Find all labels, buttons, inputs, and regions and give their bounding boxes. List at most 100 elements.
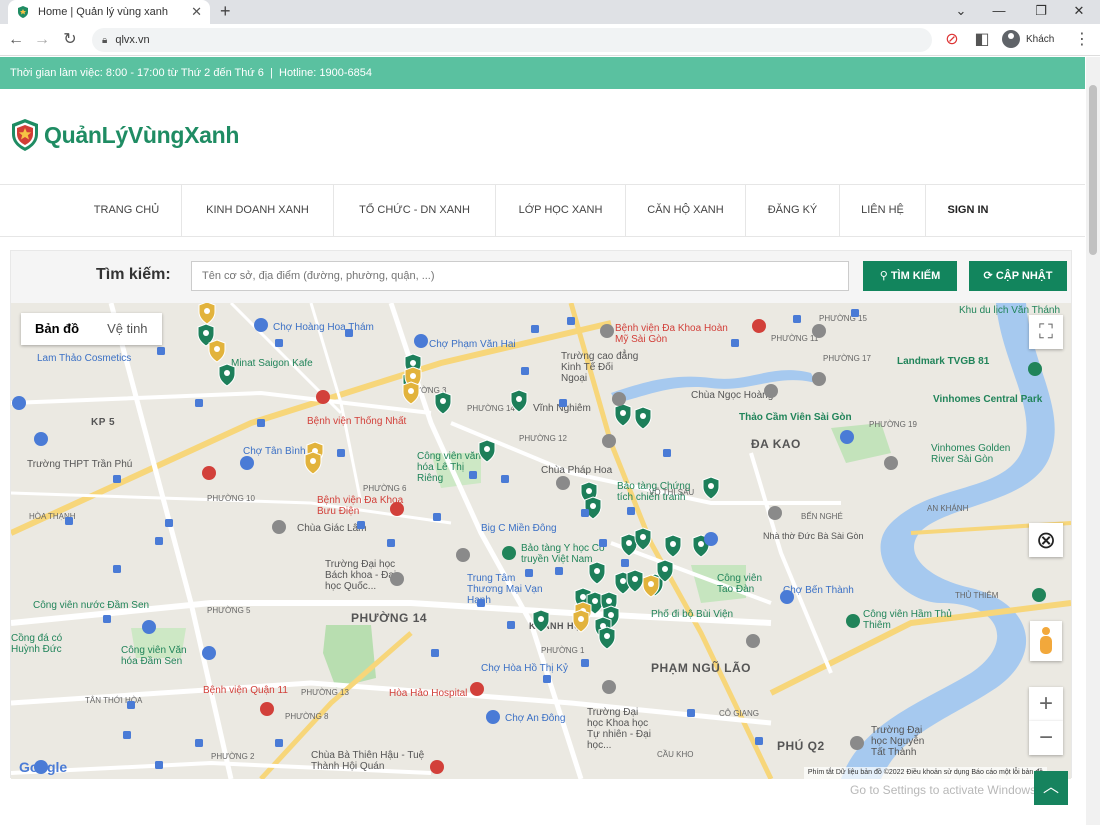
bus-stop-icon[interactable] xyxy=(165,519,173,527)
poi-marker-icon[interactable] xyxy=(486,710,500,724)
poi-marker-icon[interactable] xyxy=(768,506,782,520)
close-tab-icon[interactable]: ✕ xyxy=(191,4,202,20)
poi-marker-icon[interactable] xyxy=(704,532,718,546)
green-shield-marker-icon[interactable] xyxy=(510,389,528,413)
poi-marker-icon[interactable] xyxy=(840,430,854,444)
tab-search-icon[interactable]: ⌄ xyxy=(946,0,976,24)
nav-item-home[interactable]: TRANG CHỦ xyxy=(72,185,182,236)
poi-marker-icon[interactable] xyxy=(556,476,570,490)
update-button[interactable]: ⟳ CẬP NHẬT xyxy=(969,261,1067,291)
poi-marker-icon[interactable] xyxy=(602,680,616,694)
reload-icon[interactable]: ↻ xyxy=(60,30,80,50)
poi-marker-icon[interactable] xyxy=(612,392,626,406)
yellow-shield-marker-icon[interactable] xyxy=(402,381,420,405)
bus-stop-icon[interactable] xyxy=(555,567,563,575)
map-attribution[interactable]: Phím tắt Dữ liệu bản đồ ©2022 Điều khoản… xyxy=(803,767,1047,779)
bus-stop-icon[interactable] xyxy=(531,325,539,333)
green-shield-marker-icon[interactable] xyxy=(664,534,682,558)
yellow-shield-marker-icon[interactable] xyxy=(208,339,226,363)
minimize-icon[interactable]: — xyxy=(984,0,1014,24)
yellow-shield-marker-icon[interactable] xyxy=(304,451,322,475)
page-scrollbar[interactable] xyxy=(1086,57,1100,825)
green-shield-marker-icon[interactable] xyxy=(588,561,606,585)
nav-item-green-organization[interactable]: TỔ CHỨC - DN XANH xyxy=(334,185,496,236)
bus-stop-icon[interactable] xyxy=(431,649,439,657)
bus-stop-icon[interactable] xyxy=(123,731,131,739)
camera-blocked-icon[interactable]: ⊘ xyxy=(942,30,962,50)
search-button[interactable]: ⚲ TÌM KIẾM xyxy=(863,261,957,291)
poi-marker-icon[interactable] xyxy=(430,760,444,774)
bus-stop-icon[interactable] xyxy=(65,517,73,525)
poi-marker-icon[interactable] xyxy=(390,502,404,516)
bus-stop-icon[interactable] xyxy=(851,309,859,317)
close-window-icon[interactable]: ✕ xyxy=(1064,0,1094,24)
profile-button[interactable]: Khách xyxy=(1002,30,1054,48)
back-to-top-button[interactable]: ︿ xyxy=(1034,771,1068,805)
url-field[interactable]: 🔒︎ qlvx.vn xyxy=(92,28,932,52)
bus-stop-icon[interactable] xyxy=(599,539,607,547)
poi-marker-icon[interactable] xyxy=(502,546,516,560)
poi-marker-icon[interactable] xyxy=(1028,362,1042,376)
bus-stop-icon[interactable] xyxy=(567,317,575,325)
poi-marker-icon[interactable] xyxy=(812,324,826,338)
new-tab-icon[interactable]: + xyxy=(220,0,231,24)
bus-stop-icon[interactable] xyxy=(357,521,365,529)
bus-stop-icon[interactable] xyxy=(157,347,165,355)
poi-marker-icon[interactable] xyxy=(602,434,616,448)
nav-item-register[interactable]: ĐĂNG KÝ xyxy=(746,185,840,236)
bus-stop-icon[interactable] xyxy=(195,399,203,407)
green-shield-marker-icon[interactable] xyxy=(218,363,236,387)
my-location-icon[interactable]: ⊗ xyxy=(1029,523,1063,557)
bus-stop-icon[interactable] xyxy=(113,565,121,573)
poi-marker-icon[interactable] xyxy=(456,548,470,562)
bus-stop-icon[interactable] xyxy=(477,599,485,607)
bus-stop-icon[interactable] xyxy=(581,659,589,667)
poi-marker-icon[interactable] xyxy=(780,590,794,604)
bus-stop-icon[interactable] xyxy=(501,475,509,483)
menu-icon[interactable]: ⋮ xyxy=(1072,30,1092,50)
map-type-map-button[interactable]: Bản đồ xyxy=(21,313,93,345)
bus-stop-icon[interactable] xyxy=(275,739,283,747)
green-shield-marker-icon[interactable] xyxy=(634,406,652,430)
bus-stop-icon[interactable] xyxy=(257,419,265,427)
bus-stop-icon[interactable] xyxy=(387,539,395,547)
scrollbar-thumb[interactable] xyxy=(1089,85,1097,255)
bus-stop-icon[interactable] xyxy=(433,513,441,521)
zoom-out-icon[interactable]: − xyxy=(1029,721,1063,755)
poi-marker-icon[interactable] xyxy=(316,390,330,404)
browser-tab[interactable]: Home | Quản lý vùng xanh ✕ xyxy=(8,0,210,24)
forward-icon[interactable]: → xyxy=(32,30,52,50)
green-shield-marker-icon[interactable] xyxy=(598,626,616,650)
maximize-icon[interactable]: ❐ xyxy=(1026,0,1056,24)
bus-stop-icon[interactable] xyxy=(543,675,551,683)
bus-stop-icon[interactable] xyxy=(521,367,529,375)
nav-item-green-business[interactable]: KINH DOANH XANH xyxy=(182,185,334,236)
nav-item-contact[interactable]: LIÊN HỆ xyxy=(840,185,926,236)
bus-stop-icon[interactable] xyxy=(525,569,533,577)
bus-stop-icon[interactable] xyxy=(731,339,739,347)
poi-marker-icon[interactable] xyxy=(764,384,778,398)
bus-stop-icon[interactable] xyxy=(469,471,477,479)
fullscreen-icon[interactable]: ⛶ xyxy=(1029,315,1063,349)
bus-stop-icon[interactable] xyxy=(559,399,567,407)
poi-marker-icon[interactable] xyxy=(12,396,26,410)
poi-marker-icon[interactable] xyxy=(1032,588,1046,602)
poi-marker-icon[interactable] xyxy=(812,372,826,386)
green-shield-marker-icon[interactable] xyxy=(532,609,550,633)
bus-stop-icon[interactable] xyxy=(195,739,203,747)
back-icon[interactable]: ← xyxy=(6,30,26,50)
site-logo[interactable]: QuảnLýVùngXanh xyxy=(10,118,239,152)
bus-stop-icon[interactable] xyxy=(345,329,353,337)
green-shield-marker-icon[interactable] xyxy=(634,527,652,551)
poi-marker-icon[interactable] xyxy=(240,456,254,470)
green-shield-marker-icon[interactable] xyxy=(702,476,720,500)
poi-marker-icon[interactable] xyxy=(34,432,48,446)
nav-item-sign-in[interactable]: SIGN IN xyxy=(926,185,1010,236)
bus-stop-icon[interactable] xyxy=(155,537,163,545)
bus-stop-icon[interactable] xyxy=(755,737,763,745)
bus-stop-icon[interactable] xyxy=(627,507,635,515)
green-shield-marker-icon[interactable] xyxy=(614,403,632,427)
poi-marker-icon[interactable] xyxy=(414,334,428,348)
map-type-satellite-button[interactable]: Vệ tinh xyxy=(93,313,161,345)
poi-marker-icon[interactable] xyxy=(884,456,898,470)
